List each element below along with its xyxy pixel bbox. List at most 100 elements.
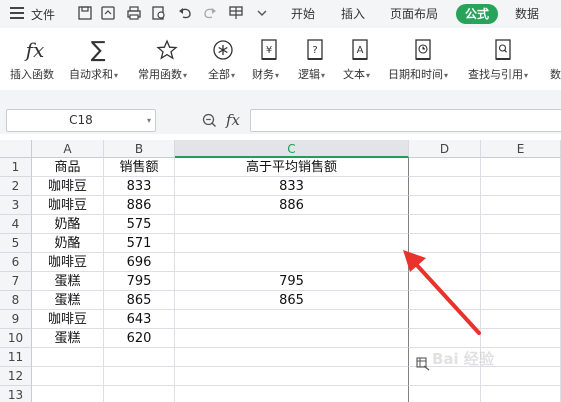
cell-a7[interactable]: 蛋糕 <box>32 272 104 291</box>
cell-b10[interactable]: 620 <box>104 329 175 348</box>
cell-a13[interactable] <box>32 386 104 402</box>
cell-e8[interactable] <box>481 291 561 310</box>
cell-d4[interactable] <box>409 215 481 234</box>
logical-button[interactable]: ? 逻辑▾ <box>298 28 336 90</box>
tab-insert[interactable]: 插入 <box>341 4 365 24</box>
cell-d10[interactable] <box>409 329 481 348</box>
column-header-e[interactable]: E <box>481 140 561 158</box>
tab-home[interactable]: 开始 <box>291 4 315 24</box>
cell-d8[interactable] <box>409 291 481 310</box>
hamburger-menu-icon[interactable] <box>10 7 24 19</box>
cell-e7[interactable] <box>481 272 561 291</box>
cell-b6[interactable]: 696 <box>104 253 175 272</box>
lookup-reference-button[interactable]: 查找与引用▾ <box>468 28 540 90</box>
row-header[interactable]: 3 <box>0 196 32 215</box>
undo-icon[interactable] <box>177 5 193 21</box>
cell-c10[interactable] <box>175 329 409 348</box>
cell-e10[interactable] <box>481 329 561 348</box>
save-icon[interactable] <box>77 5 93 21</box>
cell-a3[interactable]: 咖啡豆 <box>32 196 104 215</box>
row-header[interactable]: 12 <box>0 367 32 386</box>
financial-button[interactable]: ¥ 财务▾ <box>252 28 290 90</box>
cell-d2[interactable] <box>409 177 481 196</box>
cell-b2[interactable]: 833 <box>104 177 175 196</box>
select-all-corner[interactable] <box>0 140 32 158</box>
cell-b13[interactable] <box>104 386 175 402</box>
cell-a8[interactable]: 蛋糕 <box>32 291 104 310</box>
row-header[interactable]: 10 <box>0 329 32 348</box>
cell-b5[interactable]: 571 <box>104 234 175 253</box>
autosum-button[interactable]: ∑ 自动求和▾ <box>69 28 129 90</box>
more-chevron-icon[interactable] <box>254 5 270 21</box>
insert-function-button[interactable]: fx 插入函数 <box>8 28 62 90</box>
text-functions-button[interactable]: A 文本▾ <box>343 28 381 90</box>
cell-d9[interactable] <box>409 310 481 329</box>
cell-c11[interactable] <box>175 348 409 367</box>
row-header[interactable]: 2 <box>0 177 32 196</box>
date-time-button[interactable]: 日期和时间▾ <box>388 28 458 90</box>
chevron-down-icon[interactable]: ▾ <box>147 110 151 131</box>
cell-a11[interactable] <box>32 348 104 367</box>
cell-b7[interactable]: 795 <box>104 272 175 291</box>
cell-a12[interactable] <box>32 367 104 386</box>
export-pdf-icon[interactable] <box>100 5 116 21</box>
cell-e2[interactable] <box>481 177 561 196</box>
cell-e12[interactable] <box>481 367 561 386</box>
cell-d7[interactable] <box>409 272 481 291</box>
cell-e9[interactable] <box>481 310 561 329</box>
cell-b12[interactable] <box>104 367 175 386</box>
cell-a6[interactable]: 咖啡豆 <box>32 253 104 272</box>
fx-button[interactable]: fx <box>226 111 240 129</box>
cell-b9[interactable]: 643 <box>104 310 175 329</box>
format-painter-icon[interactable] <box>228 5 244 21</box>
cell-a5[interactable]: 奶酪 <box>32 234 104 253</box>
cell-c13[interactable] <box>175 386 409 402</box>
cell-e3[interactable] <box>481 196 561 215</box>
row-header[interactable]: 1 <box>0 158 32 177</box>
cell-c1[interactable]: 高于平均销售额 <box>175 158 409 177</box>
cell-e1[interactable] <box>481 158 561 177</box>
cell-d1[interactable] <box>409 158 481 177</box>
print-icon[interactable] <box>126 5 142 21</box>
cell-c4[interactable] <box>175 215 409 234</box>
cell-d3[interactable] <box>409 196 481 215</box>
cell-d5[interactable] <box>409 234 481 253</box>
quick-analysis-icon[interactable] <box>416 356 430 371</box>
cell-b8[interactable]: 865 <box>104 291 175 310</box>
cell-c9[interactable] <box>175 310 409 329</box>
print-preview-icon[interactable] <box>151 5 167 21</box>
cell-e5[interactable] <box>481 234 561 253</box>
cell-d13[interactable] <box>409 386 481 402</box>
cell-b11[interactable] <box>104 348 175 367</box>
tab-formula[interactable]: 公式 <box>456 4 499 24</box>
cell-c12[interactable] <box>175 367 409 386</box>
row-header[interactable]: 4 <box>0 215 32 234</box>
cell-c6[interactable] <box>175 253 409 272</box>
math-functions-button[interactable]: 数 <box>548 28 561 90</box>
row-header[interactable]: 8 <box>0 291 32 310</box>
all-functions-button[interactable]: 全部▾ <box>206 28 244 90</box>
zoom-search-icon[interactable] <box>202 113 217 128</box>
column-header-b[interactable]: B <box>104 140 175 158</box>
cell-e6[interactable] <box>481 253 561 272</box>
row-header[interactable]: 7 <box>0 272 32 291</box>
common-functions-button[interactable]: 常用函数▾ <box>138 28 198 90</box>
tab-data[interactable]: 数据 <box>515 4 539 24</box>
cell-d6[interactable] <box>409 253 481 272</box>
cell-c5[interactable] <box>175 234 409 253</box>
row-header[interactable]: 9 <box>0 310 32 329</box>
cell-b3[interactable]: 886 <box>104 196 175 215</box>
cell-a9[interactable]: 咖啡豆 <box>32 310 104 329</box>
cell-a4[interactable]: 奶酪 <box>32 215 104 234</box>
cell-a2[interactable]: 咖啡豆 <box>32 177 104 196</box>
cell-c2[interactable]: 833 <box>175 177 409 196</box>
redo-icon[interactable] <box>202 5 218 21</box>
cell-c3[interactable]: 886 <box>175 196 409 215</box>
row-header[interactable]: 6 <box>0 253 32 272</box>
name-box[interactable]: C18 ▾ <box>6 109 156 132</box>
tab-page-layout[interactable]: 页面布局 <box>390 4 438 24</box>
column-header-a[interactable]: A <box>32 140 104 158</box>
formula-input[interactable] <box>250 109 561 132</box>
cell-c7[interactable]: 795 <box>175 272 409 291</box>
file-menu[interactable]: 文件 <box>31 6 55 23</box>
